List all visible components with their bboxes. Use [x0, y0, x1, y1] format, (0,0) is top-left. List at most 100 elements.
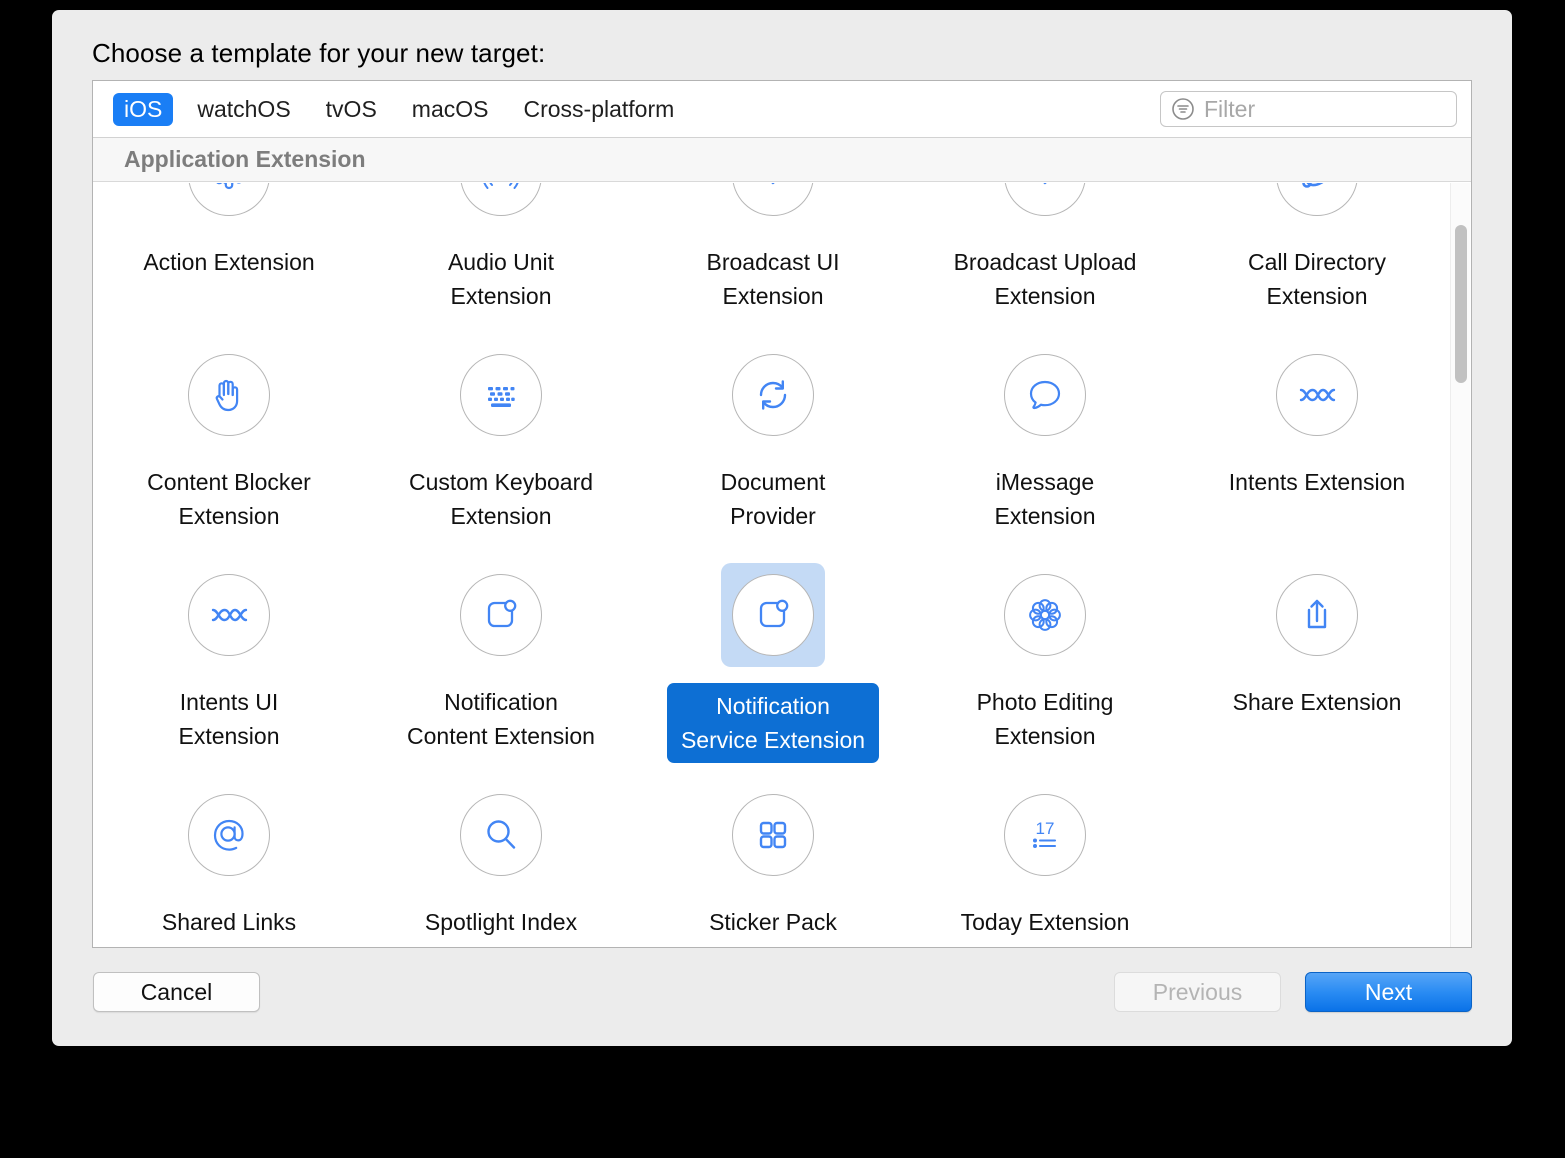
- template-item-label: Action Extension: [143, 249, 315, 275]
- notification-badge-icon: [732, 574, 814, 656]
- section-header: Application Extension: [93, 138, 1471, 182]
- magnifier-icon: [460, 794, 542, 876]
- grid-squares-icon: [732, 794, 814, 876]
- template-icon-container: [1265, 343, 1369, 447]
- hand-icon: [188, 354, 270, 436]
- filter-icon: [1170, 96, 1196, 122]
- share-upload-icon: [1276, 574, 1358, 656]
- tab-tvos[interactable]: tvOS: [315, 93, 388, 126]
- template-item-label: Spotlight Index: [424, 909, 578, 935]
- siri-waves-icon: [188, 574, 270, 656]
- previous-button[interactable]: Previous: [1114, 972, 1281, 1012]
- template-icon-container: [993, 343, 1097, 447]
- template-item-label: Intents Extension: [1228, 469, 1406, 495]
- page-title: Choose a template for your new target:: [92, 38, 546, 68]
- template-icon-container: [449, 183, 553, 227]
- template-item[interactable]: Custom Keyboard Extension: [365, 329, 637, 549]
- filter-input[interactable]: Filter: [1160, 91, 1457, 127]
- template-item-label: Custom Keyboard Extension: [408, 469, 594, 529]
- template-item[interactable]: Photo Editing Extension: [909, 549, 1181, 769]
- tab-ios[interactable]: iOS: [113, 93, 174, 126]
- template-icon-container: [1265, 563, 1369, 667]
- vertical-scrollbar[interactable]: [1450, 183, 1470, 947]
- template-item-label: Document Provider: [720, 469, 826, 529]
- template-item[interactable]: iMessage Extension: [909, 329, 1181, 549]
- template-item-label: Call Directory Extension: [1247, 249, 1387, 309]
- broadcast-chevrons-icon: [1004, 183, 1086, 216]
- tab-cross-platform[interactable]: Cross-platform: [512, 93, 685, 126]
- template-icon-container: [721, 783, 825, 887]
- template-item[interactable]: Spotlight Index: [365, 769, 637, 947]
- template-item[interactable]: Intents Extension: [1181, 329, 1453, 549]
- template-item[interactable]: Notification Content Extension: [365, 549, 637, 769]
- template-item-label: iMessage Extension: [994, 469, 1096, 529]
- template-browser: iOS watchOS tvOS macOS Cross-platform Filter…: [92, 80, 1472, 948]
- audio-waves-icon: [460, 183, 542, 216]
- template-row: Shared Links Spotlight Index Sticker Pack 1…: [93, 769, 1453, 947]
- tab-watchos[interactable]: watchOS: [186, 93, 301, 126]
- template-item-label: Intents UI Extension: [178, 689, 280, 749]
- template-icon-container: [449, 783, 553, 887]
- template-icon-container: [993, 563, 1097, 667]
- template-item[interactable]: Audio Unit Extension: [365, 183, 637, 329]
- template-item-label: Sticker Pack: [709, 909, 837, 935]
- siri-waves-icon: [1276, 354, 1358, 436]
- template-row: Intents UI Extension Notification Content E…: [93, 549, 1453, 769]
- template-icon-container: [177, 563, 281, 667]
- template-icon-container: 17: [993, 783, 1097, 887]
- template-item-label: Share Extension: [1232, 689, 1402, 715]
- template-item-label: Audio Unit Extension: [447, 249, 555, 309]
- speech-bubble-icon: [1004, 354, 1086, 436]
- template-item-label: Photo Editing Extension: [976, 689, 1114, 749]
- photos-flower-icon: [1004, 574, 1086, 656]
- template-icon-container: [721, 343, 825, 447]
- template-item[interactable]: 17 Today Extension: [909, 769, 1181, 947]
- template-item[interactable]: Content Blocker Extension: [93, 329, 365, 549]
- template-row: Action Extension Audio Unit Extension Broad…: [93, 183, 1453, 329]
- template-item[interactable]: Sticker Pack: [637, 769, 909, 947]
- template-item-label: Content Blocker Extension: [147, 469, 311, 529]
- at-sign-icon: [188, 794, 270, 876]
- template-grid: Action Extension Audio Unit Extension Broad…: [93, 183, 1453, 947]
- template-icon-container: [177, 183, 281, 227]
- platform-tab-bar: iOS watchOS tvOS macOS Cross-platform Filter: [93, 81, 1471, 138]
- template-icon-container: [721, 563, 825, 667]
- template-item[interactable]: Intents UI Extension: [93, 549, 365, 769]
- template-item-label: Today Extension: [960, 909, 1130, 935]
- template-item-label: Broadcast UI Extension: [706, 249, 840, 309]
- phone-handset-icon: [1276, 183, 1358, 216]
- template-icon-container: [993, 183, 1097, 227]
- tab-macos[interactable]: macOS: [401, 93, 500, 126]
- template-item[interactable]: Share Extension: [1181, 549, 1453, 769]
- template-item[interactable]: Notification Service Extension: [637, 549, 909, 769]
- template-icon-container: [177, 783, 281, 887]
- template-item[interactable]: Document Provider: [637, 329, 909, 549]
- template-icon-container: [721, 183, 825, 227]
- template-icon-container: [449, 343, 553, 447]
- template-icon-container: [449, 563, 553, 667]
- template-grid-viewport[interactable]: Action Extension Audio Unit Extension Broad…: [93, 183, 1471, 947]
- template-item[interactable]: Broadcast UI Extension: [637, 183, 909, 329]
- new-target-template-dialog: Choose a template for your new target: i…: [52, 10, 1512, 1046]
- template-item-label: Broadcast Upload Extension: [953, 249, 1137, 309]
- template-item[interactable]: Broadcast Upload Extension: [909, 183, 1181, 329]
- keyboard-icon: [460, 354, 542, 436]
- notification-badge-icon: [460, 574, 542, 656]
- calendar-17-list-icon: 17: [1004, 794, 1086, 876]
- template-item[interactable]: Call Directory Extension: [1181, 183, 1453, 329]
- svg-text:17: 17: [1036, 819, 1055, 838]
- template-icon-container: [1265, 183, 1369, 227]
- scrollbar-thumb[interactable]: [1455, 225, 1467, 383]
- template-item-label: Notification Content Extension: [407, 689, 595, 749]
- next-button[interactable]: Next: [1305, 972, 1472, 1012]
- refresh-arrows-icon: [732, 354, 814, 436]
- filter-placeholder: Filter: [1204, 95, 1256, 122]
- template-item[interactable]: Shared Links: [93, 769, 365, 947]
- broadcast-chevrons-icon: [732, 183, 814, 216]
- gear-icon: [188, 183, 270, 216]
- template-icon-container: [177, 343, 281, 447]
- template-item-label: Notification Service Extension: [666, 683, 880, 763]
- template-row: Content Blocker Extension Custom Keyboard E…: [93, 329, 1453, 549]
- template-item[interactable]: Action Extension: [93, 183, 365, 329]
- cancel-button[interactable]: Cancel: [93, 972, 260, 1012]
